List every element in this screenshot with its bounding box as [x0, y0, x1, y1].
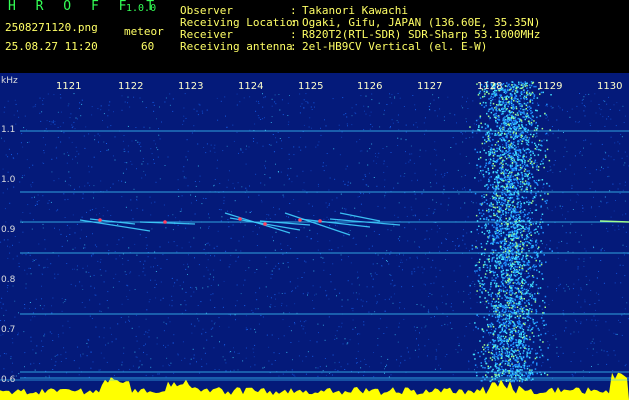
meteor-head — [163, 220, 167, 224]
x-tick-label: 1129 — [537, 81, 563, 92]
noise-layer — [0, 93, 629, 379]
meteor-head — [318, 219, 322, 223]
app-version: 1.0.0 — [126, 3, 157, 14]
file-name: 2508271120.png — [5, 21, 98, 34]
meteor-head — [98, 218, 102, 222]
colon: : — [290, 40, 297, 53]
y-tick-label: 0.9 — [1, 225, 16, 235]
x-tick-label: 1128 — [477, 81, 503, 92]
antenna-label: Receiving antenna — [180, 40, 293, 53]
noise-band — [469, 81, 553, 383]
y-tick-label: 0.7 — [1, 325, 16, 335]
mode-label: meteor — [124, 25, 164, 38]
x-tick-label: 1122 — [118, 81, 144, 92]
y-tick-label: 0.6 — [1, 375, 16, 385]
meteor-head — [238, 217, 242, 221]
header-panel: H R O F F T 1.0.0 2508271120.png 25.08.2… — [0, 0, 629, 73]
y-tick-label: 1.1 — [1, 125, 16, 135]
meteor-head — [298, 218, 302, 222]
x-tick-label: 1127 — [417, 81, 443, 92]
spectrogram-canvas — [0, 81, 629, 400]
meteor-echo — [599, 220, 629, 223]
x-tick-label: 1124 — [238, 81, 264, 92]
date-time: 25.08.27 11:20 — [5, 40, 98, 53]
signal-trace — [0, 372, 629, 400]
x-tick-label: 1121 — [56, 81, 82, 92]
y-tick-label: 1.0 — [1, 175, 16, 185]
meteor-count: 60 — [141, 40, 155, 53]
spectrogram: kHz 1.1 1.0 0.9 0.8 0.7 0.6 1121 1122 11… — [0, 73, 629, 400]
x-tick-label: 1123 — [178, 81, 204, 92]
antenna-value: 2el-HB9CV Vertical (el. E-W) — [302, 40, 488, 53]
x-tick-label: 1126 — [357, 81, 383, 92]
x-tick-label: 1130 — [597, 81, 623, 92]
y-unit-label: kHz — [1, 76, 18, 86]
meteor-head — [263, 222, 267, 226]
x-tick-label: 1125 — [298, 81, 324, 92]
y-tick-label: 0.8 — [1, 275, 16, 285]
